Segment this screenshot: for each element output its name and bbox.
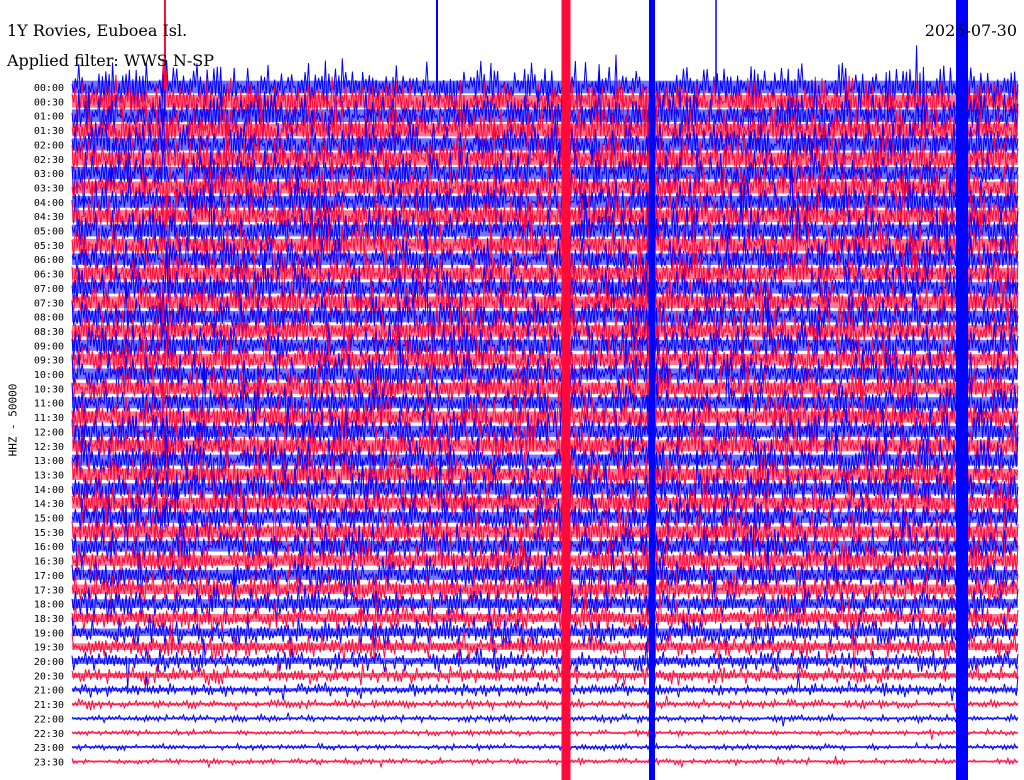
tick-label: 15:00 bbox=[34, 514, 64, 525]
tick-label: 22:30 bbox=[34, 729, 64, 740]
tick-label: 11:30 bbox=[34, 413, 64, 424]
tick-label: 14:00 bbox=[34, 485, 64, 496]
trace-line bbox=[71, 712, 1019, 727]
trace-line bbox=[71, 754, 1019, 771]
signal-spike bbox=[956, 0, 968, 780]
tick-label: 19:00 bbox=[34, 628, 64, 639]
tick-label: 23:30 bbox=[34, 757, 64, 768]
tick-label: 16:00 bbox=[34, 542, 64, 553]
trace-group bbox=[71, 0, 1019, 780]
tick-label: 12:00 bbox=[34, 427, 64, 438]
helicorder-plot: 00:00 00:30 01:00 01:30 02:00 02:30 03:00 03:30… bbox=[34, 0, 1019, 780]
filter-label: Applied filter: WWS N-SP bbox=[7, 51, 214, 70]
tick-label: 05:00 bbox=[34, 227, 64, 238]
tick-label: 12:30 bbox=[34, 442, 64, 453]
tick-label: 13:30 bbox=[34, 470, 64, 481]
tick-label: 03:00 bbox=[34, 169, 64, 180]
tick-label: 08:30 bbox=[34, 327, 64, 338]
tick-label: 10:30 bbox=[34, 384, 64, 395]
tick-label: 17:30 bbox=[34, 585, 64, 596]
tick-label: 10:00 bbox=[34, 370, 64, 381]
signal-spike bbox=[164, 0, 166, 90]
signal-spike bbox=[561, 0, 571, 780]
tick-label: 07:00 bbox=[34, 284, 64, 295]
tick-label: 18:30 bbox=[34, 614, 64, 625]
tick-label: 06:30 bbox=[34, 270, 64, 281]
tick-label: 21:30 bbox=[34, 700, 64, 711]
tick-label: 21:00 bbox=[34, 686, 64, 697]
tick-label-group: 00:00 00:30 01:00 01:30 02:00 02:30 03:00 03:30… bbox=[34, 83, 64, 768]
record-date: 2025-07-30 bbox=[924, 21, 1017, 40]
tick-label: 14:30 bbox=[34, 499, 64, 510]
tick-label: 00:30 bbox=[34, 97, 64, 108]
tick-label: 11:00 bbox=[34, 399, 64, 410]
tick-label: 04:00 bbox=[34, 198, 64, 209]
tick-label: 00:00 bbox=[34, 83, 64, 94]
station-title: 1Y Rovies, Euboea Isl. bbox=[7, 21, 188, 40]
tick-label: 07:30 bbox=[34, 298, 64, 309]
tick-label: 01:30 bbox=[34, 126, 64, 137]
tick-label: 02:00 bbox=[34, 140, 64, 151]
trace-band bbox=[72, 80, 1018, 94]
tick-label: 18:00 bbox=[34, 600, 64, 611]
tick-label: 13:00 bbox=[34, 456, 64, 467]
tick-label: 19:30 bbox=[34, 643, 64, 654]
tick-label: 15:30 bbox=[34, 528, 64, 539]
tick-label: 23:00 bbox=[34, 743, 64, 754]
tick-label: 08:00 bbox=[34, 313, 64, 324]
tick-label: 22:00 bbox=[34, 714, 64, 725]
tick-label: 01:00 bbox=[34, 112, 64, 123]
trace-line bbox=[71, 688, 1019, 715]
tick-label: 06:00 bbox=[34, 255, 64, 266]
signal-spike bbox=[715, 0, 717, 90]
tick-label: 09:30 bbox=[34, 356, 64, 367]
tick-label: 02:30 bbox=[34, 155, 64, 166]
signal-spike bbox=[649, 0, 655, 780]
tick-label: 05:30 bbox=[34, 241, 64, 252]
trace-line bbox=[71, 727, 1019, 745]
trace-line bbox=[71, 673, 1019, 702]
tick-label: 03:30 bbox=[34, 183, 64, 194]
tick-label: 20:00 bbox=[34, 657, 64, 668]
signal-spike bbox=[436, 0, 438, 90]
tick-label: 04:30 bbox=[34, 212, 64, 223]
tick-label: 16:30 bbox=[34, 557, 64, 568]
tick-label: 20:30 bbox=[34, 671, 64, 682]
tick-label: 17:00 bbox=[34, 571, 64, 582]
tick-label: 09:00 bbox=[34, 341, 64, 352]
